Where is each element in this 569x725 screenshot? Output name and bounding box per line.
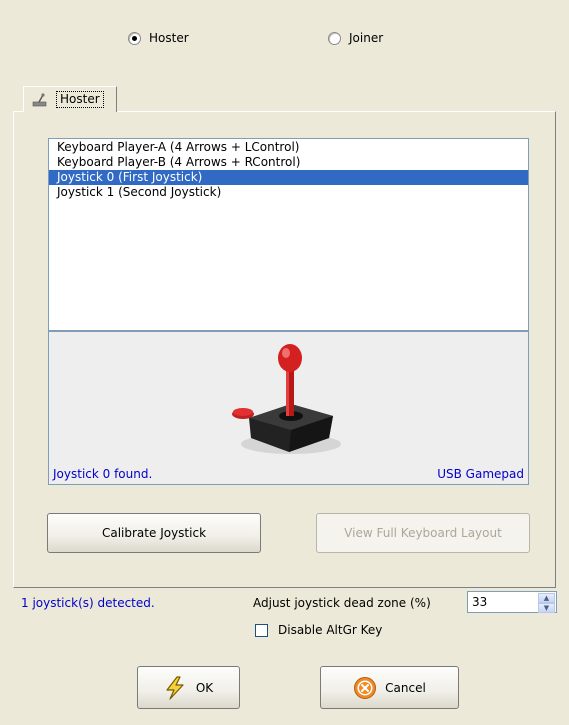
radio-joiner[interactable]: Joiner (328, 31, 383, 45)
radio-hoster-label: Hoster (149, 31, 189, 45)
joystick-tab-icon (32, 92, 47, 106)
list-item-selected[interactable]: Joystick 0 (First Joystick) (49, 170, 528, 185)
radio-hoster-indicator[interactable] (128, 31, 141, 45)
tab-hoster[interactable]: Hoster (23, 86, 117, 112)
device-type-text: USB Gamepad (437, 467, 524, 481)
lightning-icon (166, 675, 184, 700)
cancel-x-icon (354, 676, 377, 699)
spin-up-icon[interactable]: ▲ (538, 593, 555, 603)
cancel-label: Cancel (385, 680, 426, 695)
list-item[interactable]: Keyboard Player-B (4 Arrows + RControl) (49, 155, 528, 170)
list-item[interactable]: Keyboard Player-A (4 Arrows + LControl) (49, 140, 528, 155)
view-keyboard-layout-button[interactable]: View Full Keyboard Layout (316, 513, 530, 553)
deadzone-label: Adjust joystick dead zone (%) (253, 596, 431, 610)
joysticks-detected-status: 1 joystick(s) detected. (21, 596, 155, 610)
radio-hoster[interactable]: Hoster (128, 31, 189, 45)
cancel-button[interactable]: Cancel (320, 666, 459, 709)
list-item[interactable]: Joystick 1 (Second Joystick) (49, 185, 528, 200)
spin-down-icon[interactable]: ▼ (538, 603, 555, 613)
device-preview: Joystick 0 found. USB Gamepad (48, 331, 529, 485)
tab-hoster-label: Hoster (56, 91, 104, 108)
ok-button[interactable]: OK (137, 666, 240, 709)
calibrate-joystick-button[interactable]: Calibrate Joystick (47, 513, 261, 553)
radio-joiner-indicator[interactable] (328, 31, 341, 45)
device-list[interactable]: Keyboard Player-A (4 Arrows + LControl) … (48, 138, 529, 331)
radio-joiner-label: Joiner (349, 31, 384, 45)
joystick-image (232, 344, 341, 454)
joystick-found-text: Joystick 0 found. (53, 467, 153, 481)
deadzone-spinner[interactable]: 33 ▲ ▼ (467, 591, 557, 613)
deadzone-value[interactable]: 33 (472, 595, 487, 609)
disable-altgr-label: Disable AltGr Key (278, 623, 383, 637)
disable-altgr-checkbox[interactable] (255, 624, 268, 637)
ok-label: OK (195, 680, 214, 695)
